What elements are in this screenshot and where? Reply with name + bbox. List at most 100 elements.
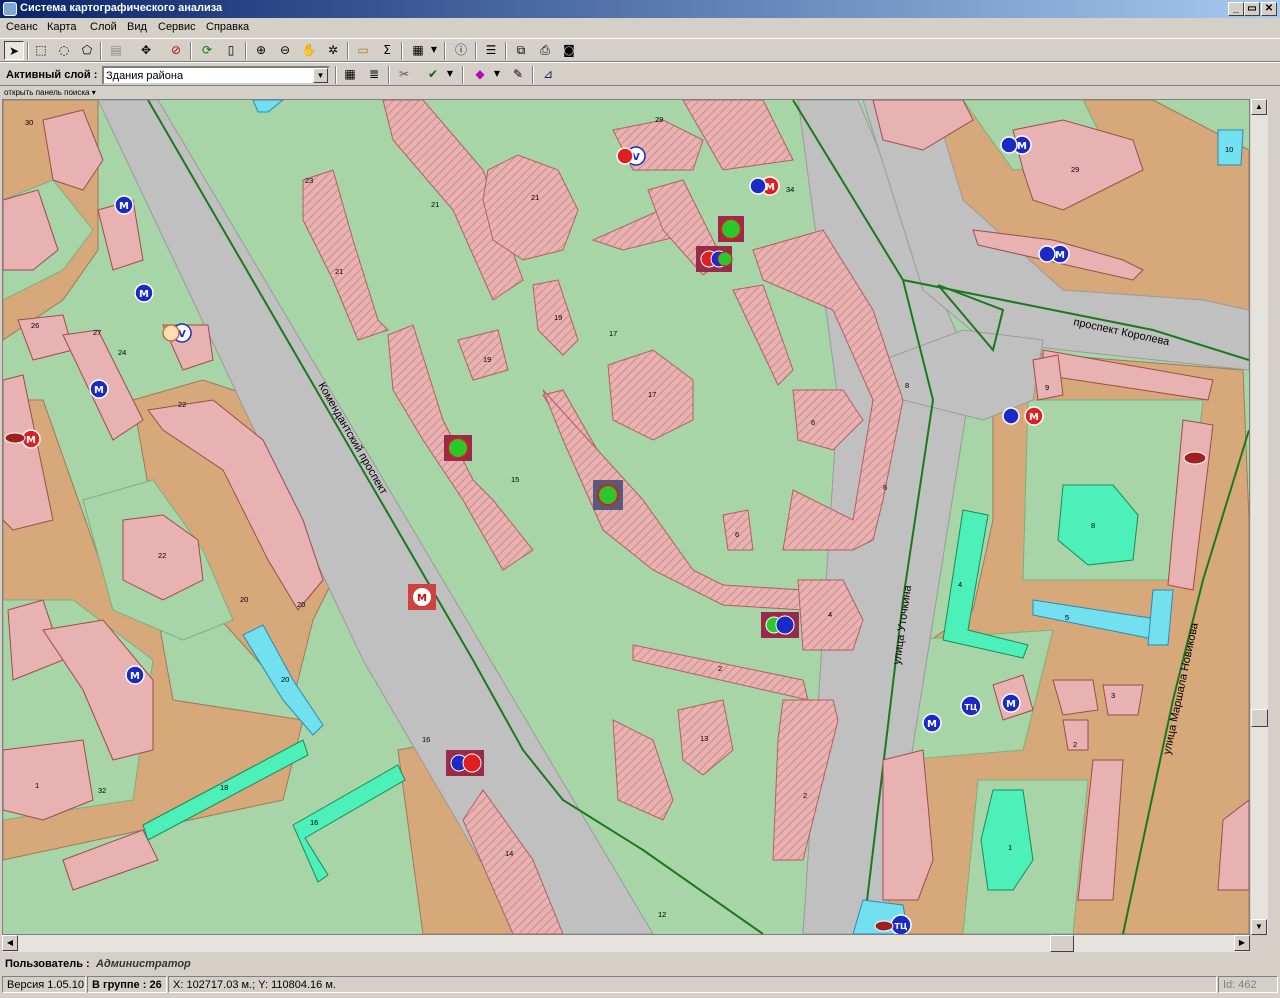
legend-icon[interactable]: ☰	[481, 41, 501, 60]
grid-icon[interactable]: ▦	[408, 41, 428, 60]
building-number: 17	[648, 390, 656, 399]
layer-copy-icon[interactable]: ▤	[106, 41, 126, 60]
toolbar-separator	[27, 42, 29, 60]
building-number: 24	[118, 348, 126, 357]
style-dropdown-chevron-icon[interactable]: ▼	[491, 65, 503, 84]
zoom-in-icon[interactable]: ⊕	[251, 41, 271, 60]
metro-marker-label[interactable]: М	[1017, 141, 1027, 152]
building-number: 17	[609, 329, 617, 338]
style-shapes-icon[interactable]: ◆	[470, 65, 490, 84]
building-number: 20	[281, 675, 289, 684]
layer-list-icon[interactable]: ≣	[364, 65, 384, 84]
building-number: 21	[431, 200, 439, 209]
select-circle-icon[interactable]: ◌	[54, 41, 74, 60]
pan-hand-icon[interactable]: ✋	[299, 41, 319, 60]
map-horizontal-scrollbar[interactable]: ◀ ▶	[2, 935, 1250, 952]
metro-marker-label[interactable]: М	[94, 385, 104, 396]
metro-marker-label[interactable]: М	[417, 593, 427, 604]
building-number: 1	[1008, 843, 1012, 852]
toolbar-separator	[462, 66, 464, 84]
building-number: 6	[735, 530, 739, 539]
metro-marker-label[interactable]: М	[1055, 250, 1065, 261]
properties-icon[interactable]: ⧉	[511, 41, 531, 60]
info-icon[interactable]: ⓘ	[451, 41, 471, 60]
building-number: 34	[786, 185, 794, 194]
spellcheck-icon[interactable]: ✔	[423, 65, 443, 84]
metro-marker-label[interactable]: М	[26, 435, 36, 446]
menu-layer[interactable]: Слой	[90, 21, 117, 33]
horizontal-scroll-thumb[interactable]	[1050, 935, 1074, 952]
zoom-out-icon[interactable]: ⊖	[275, 41, 295, 60]
building-number: 26	[31, 321, 39, 330]
toolbar-separator	[475, 42, 477, 60]
refresh-icon[interactable]: ⟳	[197, 41, 217, 60]
building-number: 16	[310, 818, 318, 827]
close-button[interactable]: ✕	[1261, 2, 1277, 16]
camera-icon[interactable]: ◙	[559, 41, 579, 60]
map-vertical-scrollbar[interactable]: ▲ ▼	[1251, 99, 1268, 935]
maximize-button[interactable]: ▭	[1244, 2, 1260, 16]
building-number: 12	[658, 910, 666, 919]
select-polygon-icon[interactable]: ⬠	[77, 41, 97, 60]
metro-marker-label[interactable]: М	[927, 719, 937, 730]
menu-help[interactable]: Справка	[206, 21, 249, 33]
measure-icon[interactable]: ⊿	[538, 65, 558, 84]
grid-dropdown-chevron-icon[interactable]: ▼	[428, 41, 440, 60]
building-number: 18	[220, 783, 228, 792]
shopping-center-marker-label[interactable]: ТЦ	[895, 922, 908, 931]
user-bar: Пользователь : Администратор	[0, 955, 1280, 973]
scroll-left-icon[interactable]: ◀	[2, 935, 18, 951]
building-number: 8	[1091, 521, 1095, 530]
map-view[interactable]: Комендантский проспект проспект Королева…	[2, 99, 1250, 935]
label-icon[interactable]: ▭	[353, 41, 373, 60]
building-number: 27	[93, 328, 101, 337]
metro-marker-label[interactable]: М	[130, 671, 140, 682]
blank-page-icon[interactable]: ▯	[221, 41, 241, 60]
menu-map[interactable]: Карта	[47, 21, 76, 33]
shopping-center-marker-label[interactable]: ТЦ	[965, 703, 978, 712]
minimize-button[interactable]: _	[1228, 2, 1244, 16]
scroll-right-icon[interactable]: ▶	[1234, 935, 1250, 951]
chevron-down-icon[interactable]: ▼	[313, 68, 328, 83]
active-layer-select[interactable]: Здания района ▼	[102, 66, 330, 85]
menu-service[interactable]: Сервис	[158, 21, 196, 33]
building-number: 16	[422, 735, 430, 744]
select-rect-icon[interactable]: ⬚	[31, 41, 51, 60]
comment-icon[interactable]: ✎	[508, 65, 528, 84]
building-number: 22	[158, 551, 166, 560]
print-icon[interactable]: ⎙	[535, 41, 555, 60]
title-bar: Система картографического анализа _ ▭ ✕	[0, 0, 1280, 18]
spellcheck-dropdown-chevron-icon[interactable]: ▼	[444, 65, 456, 84]
layer-table-icon[interactable]: ▦	[340, 65, 360, 84]
scroll-up-icon[interactable]: ▲	[1251, 99, 1267, 115]
building-number: 14	[505, 849, 513, 858]
main-toolbar: ➤ ⬚ ◌ ⬠ ▤ ✥ ⊘ ⟳ ▯ ⊕ ⊖ ✋ ✲ ▭ Σ ▦ ▼ ⓘ ☰ ⧉ …	[0, 38, 1280, 62]
clear-selection-icon[interactable]: ⊘	[166, 41, 186, 60]
pointer-arrow-icon[interactable]: ➤	[4, 41, 24, 60]
metro-marker-label[interactable]: М	[139, 289, 149, 300]
scissors-icon[interactable]: ✂	[394, 65, 414, 84]
building-number: 4	[958, 580, 962, 589]
layer-toolbar: Активный слой : Здания района ▼ ▦ ≣ ✂ ✔ …	[0, 62, 1280, 86]
sum-icon[interactable]: Σ	[377, 41, 397, 60]
extent-icon[interactable]: ✥	[136, 41, 156, 60]
toolbar-separator	[190, 42, 192, 60]
vertical-scroll-thumb[interactable]	[1251, 709, 1268, 727]
metro-marker-label[interactable]: М	[119, 201, 129, 212]
menu-session[interactable]: Сеанс	[6, 21, 38, 33]
user-name: Администратор	[96, 958, 191, 970]
building-number: 21	[335, 267, 343, 276]
scroll-down-icon[interactable]: ▼	[1251, 919, 1267, 935]
building-number: 2	[803, 791, 807, 800]
building-number: 10	[1225, 145, 1233, 154]
open-search-panel-link[interactable]: открыть панель поиска ▾	[4, 88, 96, 97]
info-pointer-icon[interactable]: ✲	[323, 41, 343, 60]
metro-marker-label[interactable]: М	[1029, 412, 1039, 423]
toolbar-separator	[100, 42, 102, 60]
building-number: 21	[531, 193, 539, 202]
group-count-status: В группе : 26	[87, 976, 167, 993]
building-number: 23	[305, 176, 313, 185]
metro-marker-label[interactable]: М	[1006, 699, 1016, 710]
user-label: Пользователь :	[5, 958, 90, 970]
menu-view[interactable]: Вид	[127, 21, 147, 33]
